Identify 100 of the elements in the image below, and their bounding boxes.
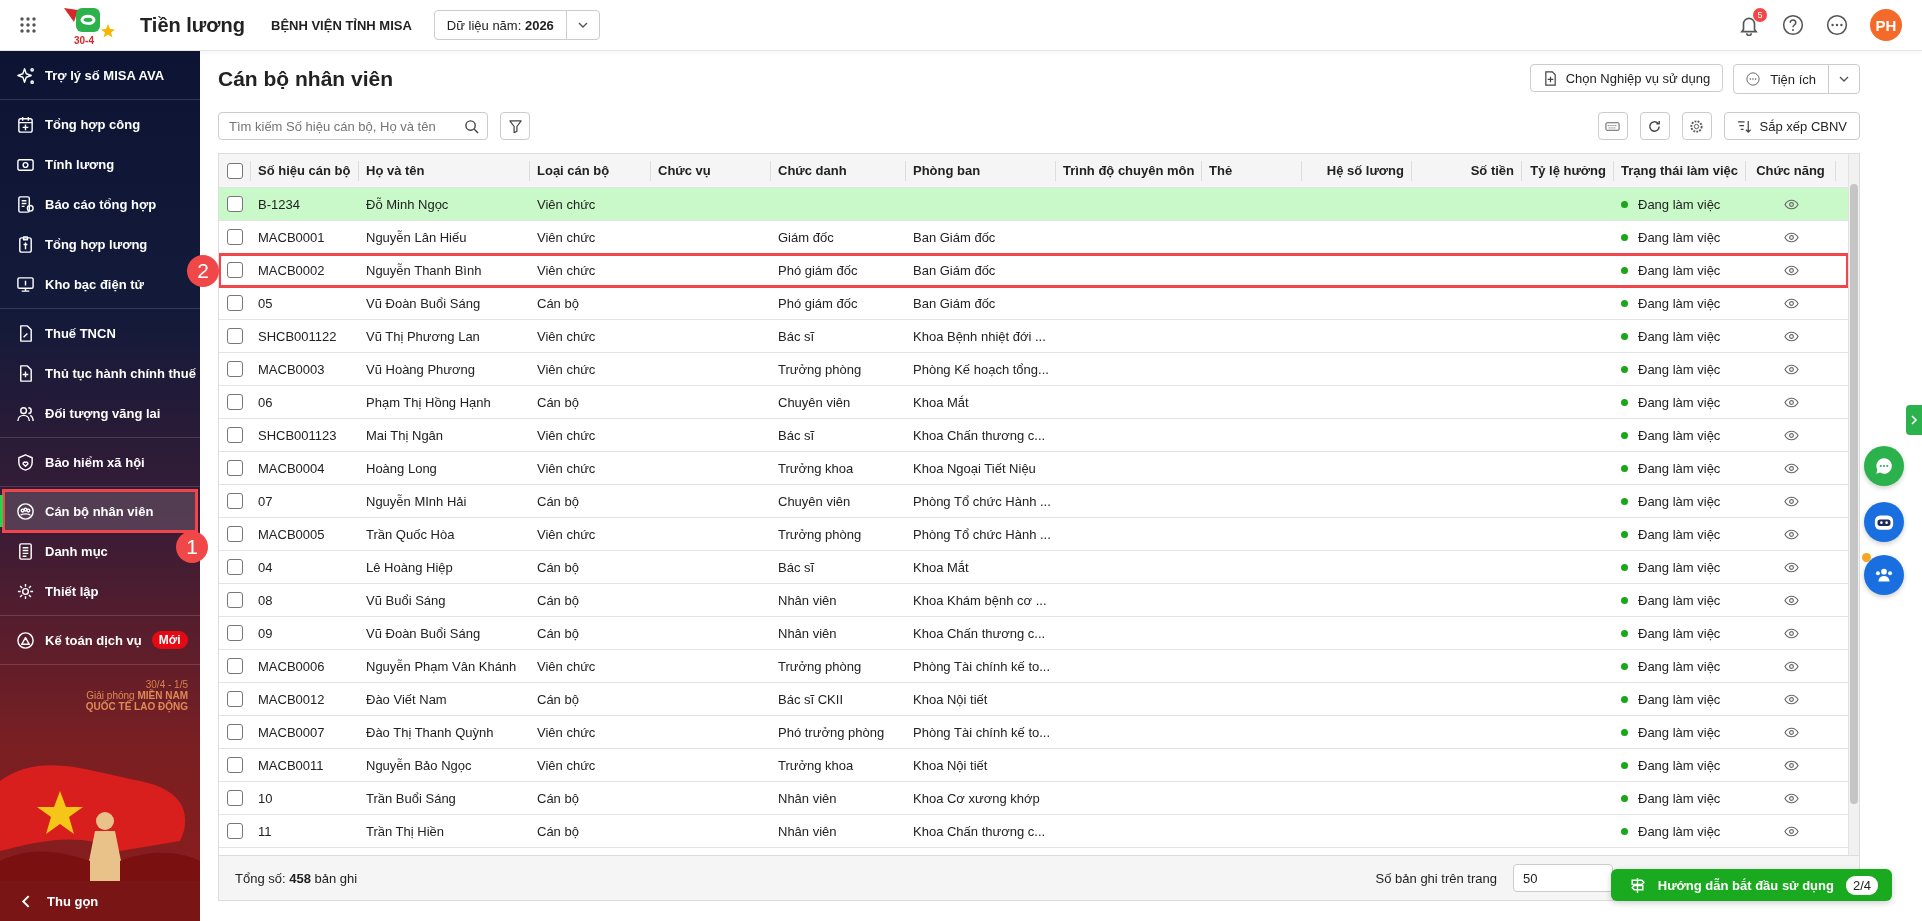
page-size-selector[interactable]: 50 [1513, 864, 1613, 892]
row-checkbox[interactable] [227, 295, 243, 311]
sidebar-item[interactable]: Thiết lập [4, 571, 111, 611]
column-header[interactable]: Họ và tên [359, 160, 530, 181]
settings-icon [16, 581, 35, 601]
column-header[interactable]: Trạng thái làm việc [1614, 160, 1746, 181]
search-field[interactable]: Tìm kiếm Số hiệu cán bộ, Họ và tên [218, 112, 488, 140]
column-header[interactable]: Trình độ chuyên môn [1056, 160, 1202, 181]
sidebar-item[interactable]: Tính lương [4, 144, 127, 184]
row-checkbox[interactable] [227, 757, 243, 773]
column-header[interactable]: Tỷ lệ hưởng [1522, 160, 1614, 181]
table-cell: Trưởng khoa [778, 460, 854, 476]
table-cell: 10 [258, 790, 273, 806]
status-text: Đang làm việc [1638, 493, 1721, 509]
column-header[interactable]: Loại cán bộ [530, 160, 651, 181]
sidebar-item[interactable]: Thủ tục hành chính thuế [4, 353, 208, 393]
sidebar-item[interactable]: Đối tượng vãng lai [4, 393, 173, 433]
row-checkbox[interactable] [227, 460, 243, 476]
sidebar-item[interactable]: Thuế TNCN [4, 313, 128, 353]
table-row[interactable]: MACB0002 Nguyễn Thanh Bình Viên chức Phó giám đốc Ban Giám đốc Đang làm việc [219, 254, 1848, 287]
table-cell: Viên chức [537, 427, 596, 443]
table-cell: Lê Hoàng Hiệp [366, 559, 453, 575]
row-checkbox[interactable] [227, 262, 243, 278]
new-badge: Mới [151, 631, 188, 649]
choose-operations-button[interactable]: Chọn Nghiệp vụ sử dụng [1529, 64, 1724, 92]
help-icon[interactable] [1782, 14, 1804, 36]
table-cell: Trần Quốc Hòa [366, 526, 455, 542]
banner-subline: QUỐC TẾ LAO ĐỘNG [85, 701, 188, 712]
column-header[interactable]: Phòng ban [906, 160, 1056, 181]
scrollbar[interactable] [1848, 154, 1859, 855]
assistant-button[interactable] [1864, 502, 1904, 542]
row-checkbox[interactable] [227, 526, 243, 542]
row-checkbox[interactable] [227, 361, 243, 377]
table-cell: Bác sĩ CKII [778, 691, 844, 707]
table-cell: Cán bộ [537, 592, 579, 608]
sidebar-item[interactable]: Kho bạc điện tử [4, 264, 156, 304]
year-selector[interactable]: Dữ liệu năm: 2026 [433, 10, 600, 40]
settings-button[interactable] [1681, 112, 1712, 140]
sidebar-item[interactable]: Kế toán dịch vụ Mới [4, 620, 200, 660]
column-header[interactable]: Số hiệu cán bộ [251, 160, 359, 181]
sidebar-item[interactable]: Tổng hợp lương [4, 224, 160, 264]
select-all-checkbox[interactable] [226, 162, 243, 179]
row-checkbox[interactable] [227, 559, 243, 575]
row-checkbox[interactable] [227, 427, 243, 443]
status-dot [1621, 398, 1628, 406]
table-cell: Trưởng khoa [778, 757, 854, 773]
table-cell: Nhân viên [778, 625, 837, 641]
sidebar-item[interactable]: Tổng hợp công [4, 104, 153, 144]
status-dot [1621, 728, 1628, 736]
sort-button[interactable]: Sắp xếp CBNV [1723, 112, 1860, 140]
table-row[interactable]: B-1234 Đỗ Minh Ngọc Viên chức Đang làm việc [219, 188, 1848, 221]
row-checkbox[interactable] [227, 196, 243, 212]
row-checkbox[interactable] [227, 493, 243, 509]
page-size-label: Số bản ghi trên trang [1375, 870, 1497, 886]
row-checkbox[interactable] [227, 691, 243, 707]
table-row[interactable]: 05 Vũ Đoàn Buổi Sáng Cán bộ Phó giám đốc Ban Giám đốc Đang làm việc [219, 287, 1848, 320]
row-checkbox[interactable] [227, 790, 243, 806]
filter-button[interactable] [500, 112, 530, 140]
column-header[interactable]: Hệ số lương [1302, 160, 1412, 181]
status-dot [1621, 431, 1628, 439]
chat-button[interactable] [1864, 446, 1904, 486]
table-cell: Khoa Chấn thương c... [913, 823, 1046, 839]
getting-started-button[interactable]: Hướng dẫn bắt đầu sử dụng 2/4 [1610, 869, 1892, 901]
row-checkbox[interactable] [227, 394, 243, 410]
column-header[interactable]: Chức danh [771, 160, 906, 181]
row-checkbox[interactable] [227, 229, 243, 245]
table-cell: Khoa Nội tiết [913, 691, 988, 707]
column-header[interactable]: Chức vụ [651, 160, 771, 181]
status-text: Đang làm việc [1638, 790, 1721, 806]
column-header[interactable]: Thẻ [1202, 160, 1302, 181]
sidebar-item[interactable]: Trợ lý số MISA AVA [4, 55, 177, 95]
refresh-button[interactable] [1639, 112, 1670, 140]
status-dot [1621, 233, 1628, 241]
utilities-button[interactable]: Tiện ích [1733, 64, 1860, 94]
collapse-button[interactable]: Thu gọn [0, 881, 200, 921]
community-button[interactable] [1864, 555, 1904, 595]
row-checkbox[interactable] [227, 823, 243, 839]
row-checkbox[interactable] [227, 658, 243, 674]
column-header[interactable]: Chức năng [1746, 160, 1836, 181]
sidebar-item[interactable]: Báo cáo tổng hợp [4, 184, 169, 224]
row-checkbox[interactable] [227, 724, 243, 740]
table-cell: Khoa Nội tiết [913, 757, 988, 773]
sidebar-item[interactable]: Danh mục [4, 531, 120, 571]
column-header[interactable]: Số tiền [1412, 160, 1522, 181]
keyboard-button[interactable] [1597, 112, 1628, 140]
table-cell: Khoa Khám bệnh cơ ... [913, 592, 1047, 608]
status-text: Đang làm việc [1638, 724, 1721, 740]
more-icon[interactable] [1826, 14, 1848, 36]
table-cell: Bác sĩ [778, 559, 815, 575]
table-cell: Viên chức [537, 361, 596, 377]
table-cell: Nguyễn Thanh Bình [366, 262, 482, 278]
row-checkbox[interactable] [227, 592, 243, 608]
row-checkbox[interactable] [227, 328, 243, 344]
table-cell: Viên chức [537, 196, 596, 212]
table-cell: Nhân viên [778, 790, 837, 806]
sidebar-item[interactable]: Bảo hiểm xã hội [4, 442, 157, 482]
app-grid-icon[interactable] [20, 17, 36, 33]
row-checkbox[interactable] [227, 625, 243, 641]
status-dot [1621, 794, 1628, 802]
table-cell: Nhân viên [778, 823, 837, 839]
